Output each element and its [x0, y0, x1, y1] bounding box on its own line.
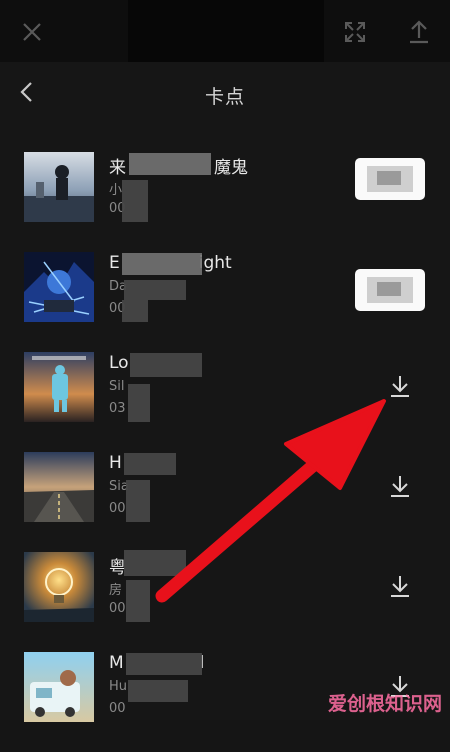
- list-item[interactable]: Eight Da 00: [0, 252, 450, 352]
- privacy-mosaic: [122, 253, 202, 275]
- privacy-mosaic: [122, 300, 148, 322]
- album-cover: [24, 152, 94, 222]
- privacy-mosaic: [124, 550, 186, 576]
- close-icon[interactable]: [18, 18, 46, 46]
- panel-header: 卡点: [0, 62, 450, 130]
- album-cover: [24, 252, 94, 322]
- artist-name: Sil: [109, 379, 125, 394]
- top-toolbar: [0, 0, 450, 62]
- video-preview: [128, 0, 324, 62]
- download-icon[interactable]: [386, 472, 414, 500]
- privacy-mosaic: [126, 580, 150, 622]
- artist-name: 房: [109, 583, 123, 598]
- privacy-mosaic: [129, 153, 211, 175]
- privacy-mosaic: [128, 384, 150, 422]
- page-title: 卡点: [204, 86, 245, 108]
- fullscreen-icon[interactable]: [341, 18, 369, 46]
- privacy-mosaic: [126, 480, 150, 522]
- download-icon[interactable]: [386, 572, 414, 600]
- privacy-mosaic: [126, 653, 202, 675]
- song-name: Lo: [109, 353, 129, 373]
- upload-icon[interactable]: [405, 18, 433, 46]
- privacy-mosaic: [124, 453, 176, 475]
- album-cover: [24, 352, 94, 422]
- album-cover: [24, 452, 94, 522]
- song-duration: 00: [109, 601, 126, 616]
- song-duration: 00: [109, 501, 126, 516]
- use-button[interactable]: [355, 269, 425, 311]
- privacy-mosaic: [122, 180, 148, 222]
- list-item[interactable]: H Sia 00: [0, 452, 450, 552]
- download-icon[interactable]: [386, 372, 414, 400]
- artist-name: 小: [109, 183, 123, 198]
- album-cover: [24, 652, 94, 722]
- song-duration: 00: [109, 701, 126, 716]
- list-item[interactable]: Lo Sil 03: [0, 352, 450, 452]
- watermark: 爱创根知识网: [327, 693, 442, 715]
- artist-name: Hu: [109, 679, 128, 694]
- list-item[interactable]: 粤 房 00: [0, 550, 450, 652]
- music-panel: 卡点 来魔鬼 小 00 Eight Da 00 Lo Sil 03 H Sia …: [0, 62, 450, 722]
- privacy-mosaic: [130, 353, 202, 377]
- privacy-mosaic: [128, 680, 188, 702]
- privacy-mosaic: [124, 280, 186, 300]
- list-item[interactable]: 来魔鬼 小 00: [0, 152, 450, 252]
- song-duration: 03: [109, 401, 126, 416]
- album-cover: [24, 552, 94, 622]
- use-button[interactable]: [355, 158, 425, 200]
- song-name: H: [109, 453, 122, 473]
